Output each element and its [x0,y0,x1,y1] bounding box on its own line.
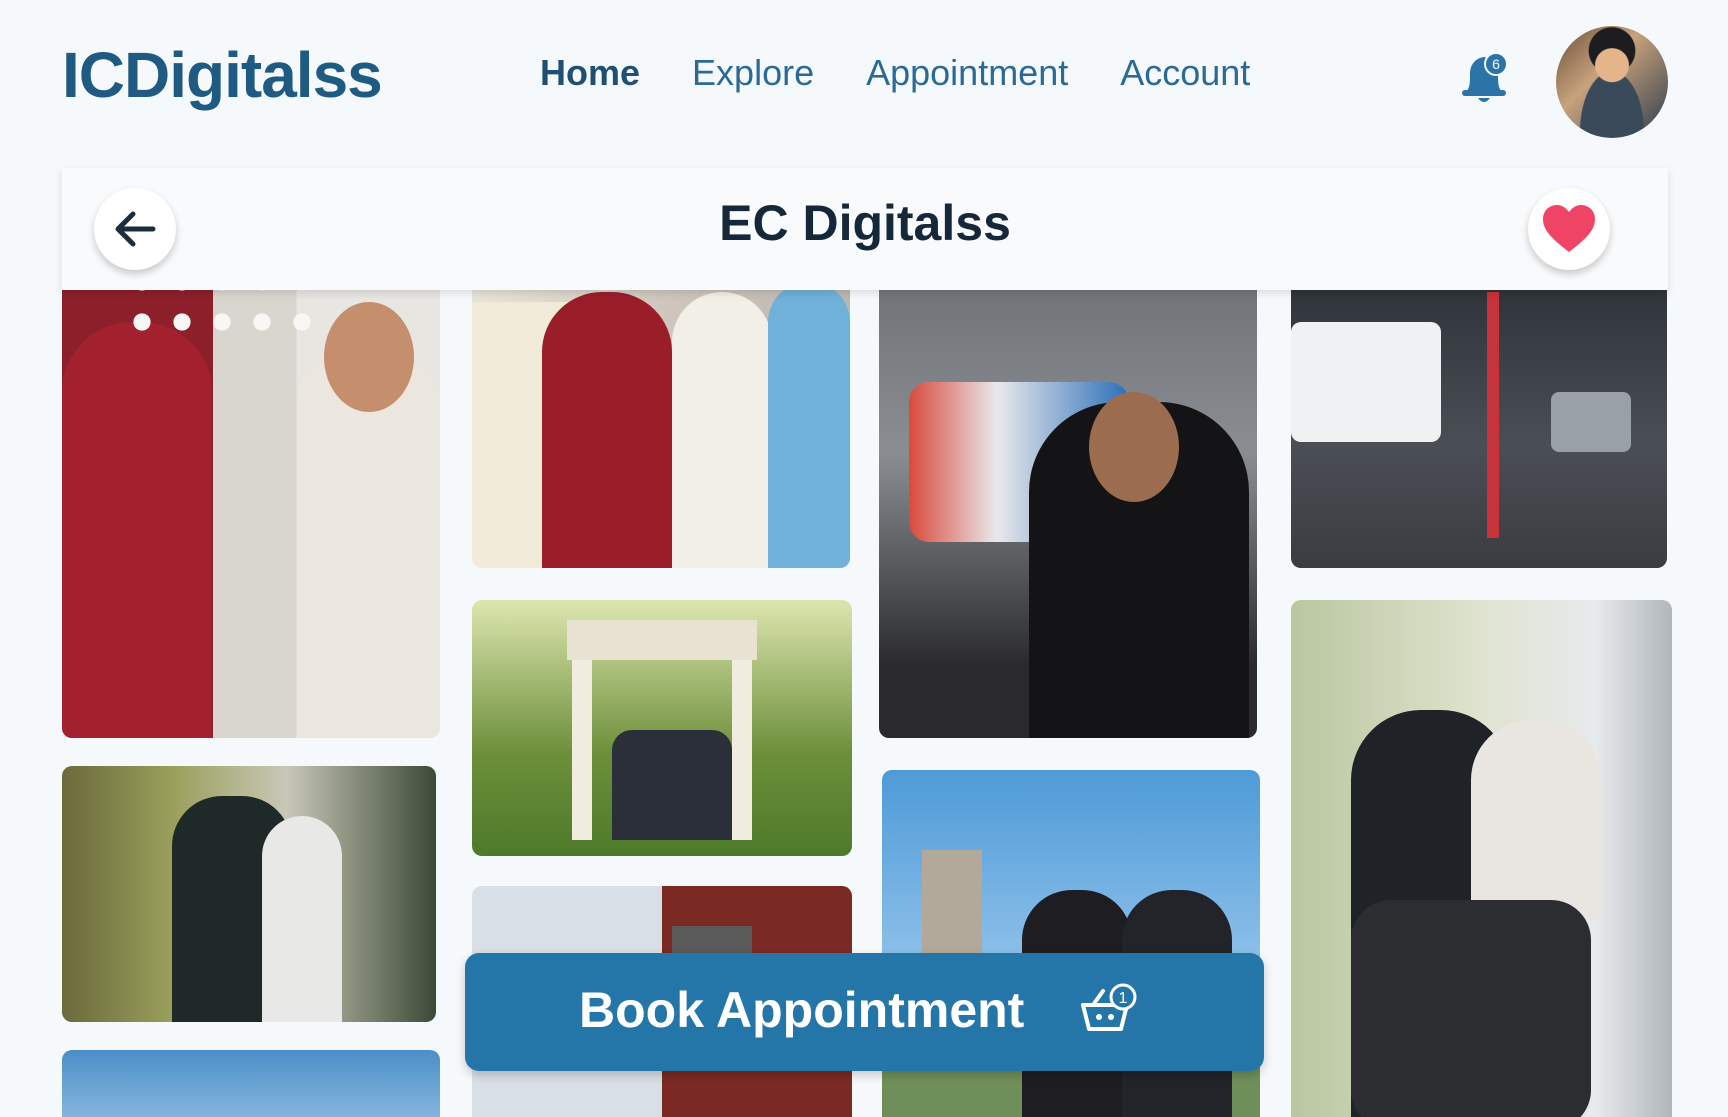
favorite-button[interactable] [1528,188,1610,270]
gallery-photo[interactable] [62,262,440,738]
basket-icon: 1 [1081,983,1137,1031]
gallery-photo[interactable] [62,766,436,1022]
page-title: EC Digitalss [719,195,1011,251]
book-appointment-label: Book Appointment [579,982,1025,1038]
gallery-photo[interactable] [62,1050,440,1117]
gallery-photo[interactable] [1291,262,1667,568]
gallery-photo[interactable] [1291,600,1672,1117]
book-appointment-button[interactable]: Book Appointment 1 [465,953,1264,1071]
gallery-photo[interactable] [879,262,1257,738]
gallery-photo[interactable] [472,262,850,568]
heart-icon [1543,205,1595,252]
cart-count: 1 [1119,990,1128,1007]
page-header: EC Digitalss [62,168,1668,290]
gallery-photo[interactable] [472,600,852,856]
